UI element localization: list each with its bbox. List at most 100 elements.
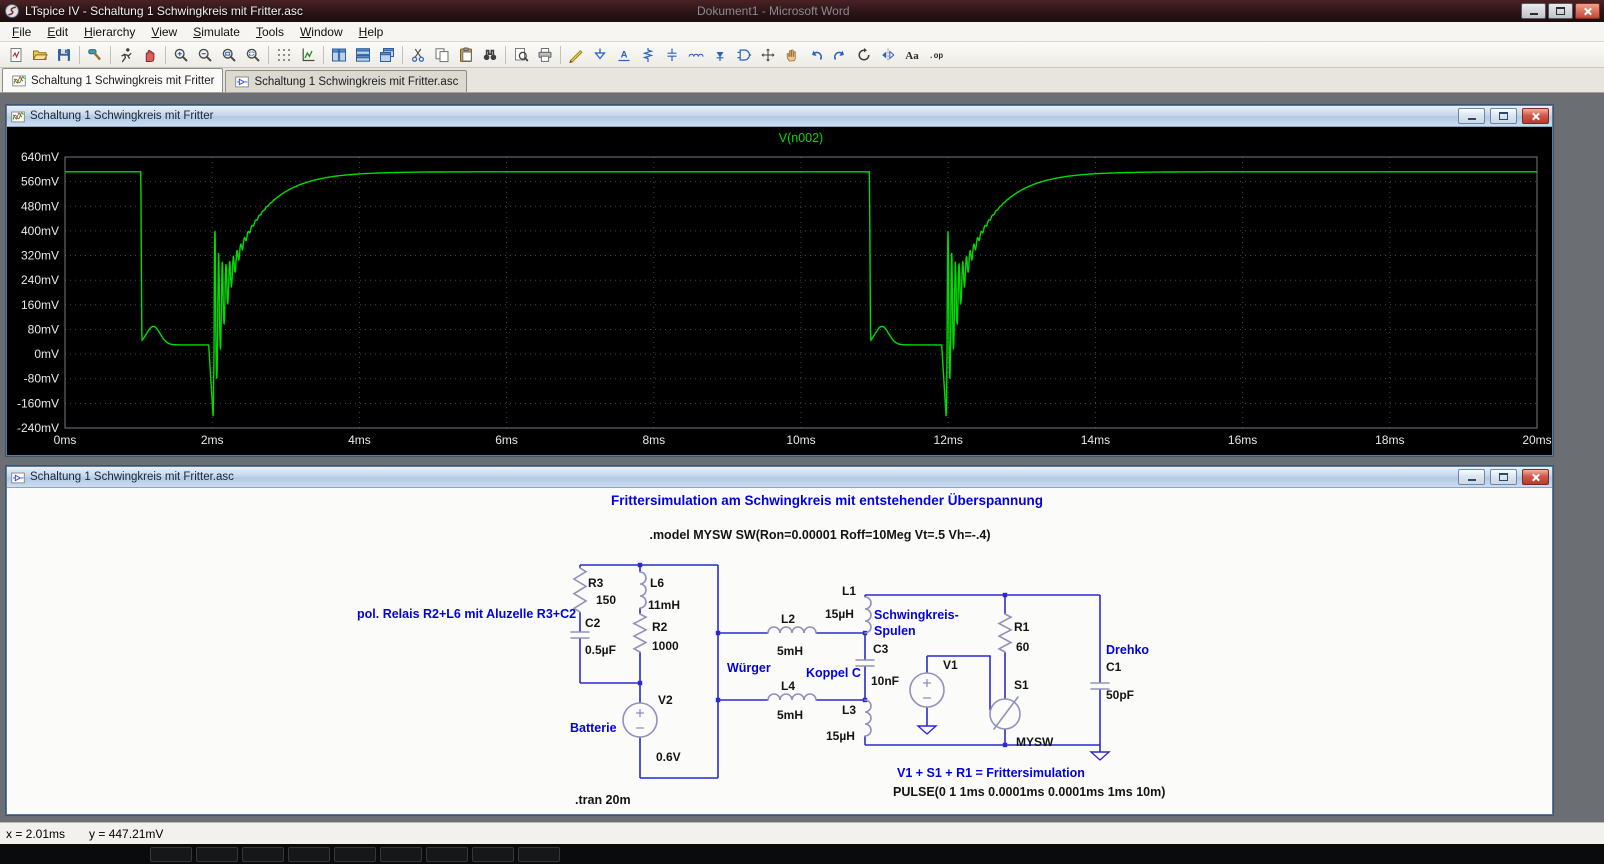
- taskbar-button[interactable]: [196, 847, 238, 862]
- taskbar-button[interactable]: [150, 847, 192, 862]
- waveform-maximize-button[interactable]: [1490, 108, 1517, 124]
- tab-label: Schaltung 1 Schwingkreis mit Fritter: [31, 75, 214, 87]
- waveform-plot[interactable]: 640mV560mV480mV400mV320mV240mV160mV80mV0…: [7, 127, 1552, 455]
- minimize-icon: [1468, 118, 1476, 120]
- waveform-minimize-button[interactable]: [1458, 108, 1485, 124]
- spice-directive-button[interactable]: .op: [924, 44, 948, 66]
- svg-text:Batterie: Batterie: [570, 721, 617, 735]
- mirror-button[interactable]: [876, 44, 900, 66]
- svg-text:60: 60: [1016, 640, 1030, 654]
- paste-button[interactable]: [454, 44, 478, 66]
- taskbar-button[interactable]: [334, 847, 376, 862]
- print-preview-button[interactable]: [509, 44, 533, 66]
- cascade-button[interactable]: [375, 44, 399, 66]
- schematic-close-button[interactable]: [1522, 469, 1549, 485]
- zoom-rect-button[interactable]: [217, 44, 241, 66]
- component-button[interactable]: [732, 44, 756, 66]
- inductor-button[interactable]: [684, 44, 708, 66]
- svg-text:2ms: 2ms: [201, 433, 224, 447]
- waveform-close-button[interactable]: [1522, 108, 1549, 124]
- wire-button[interactable]: [564, 44, 588, 66]
- svg-text:5mH: 5mH: [777, 644, 803, 658]
- menu-edit[interactable]: Edit: [39, 23, 76, 41]
- menu-hierarchy[interactable]: Hierarchy: [76, 23, 143, 41]
- control-panel-button[interactable]: [83, 44, 107, 66]
- rotate-button[interactable]: [852, 44, 876, 66]
- schematic-window-title: Schaltung 1 Schwingkreis mit Fritter.asc: [30, 471, 1453, 483]
- print-button[interactable]: [533, 44, 557, 66]
- schematic-window-titlebar[interactable]: Schaltung 1 Schwingkreis mit Fritter.asc: [7, 467, 1552, 488]
- svg-text:0.6V: 0.6V: [656, 750, 681, 764]
- taskbar-button[interactable]: [242, 847, 284, 862]
- taskbar-button[interactable]: [380, 847, 422, 862]
- find-button[interactable]: [478, 44, 502, 66]
- menu-tools[interactable]: Tools: [248, 23, 292, 41]
- zoom-rect-icon: [221, 47, 237, 63]
- tile-horizontal-button[interactable]: [351, 44, 375, 66]
- grid-button[interactable]: [272, 44, 296, 66]
- minimize-button[interactable]: [1521, 3, 1546, 19]
- capacitor-button[interactable]: [660, 44, 684, 66]
- waveform-window-title: Schaltung 1 Schwingkreis mit Fritter: [30, 110, 1453, 122]
- menu-simulate[interactable]: Simulate: [185, 23, 248, 41]
- waveform-window-titlebar[interactable]: Schaltung 1 Schwingkreis mit Fritter: [7, 106, 1552, 127]
- text-icon: Aa: [904, 47, 920, 63]
- svg-text:50pF: 50pF: [1106, 688, 1134, 702]
- svg-text:400mV: 400mV: [21, 224, 59, 238]
- svg-text:10nF: 10nF: [871, 674, 899, 688]
- schematic-minimize-button[interactable]: [1458, 469, 1485, 485]
- maximize-icon: [1499, 473, 1508, 481]
- svg-text:L2: L2: [781, 612, 795, 626]
- cut-button[interactable]: [406, 44, 430, 66]
- tab-schematic[interactable]: Schaltung 1 Schwingkreis mit Fritter.asc: [225, 70, 467, 92]
- net-label-icon: A: [616, 47, 632, 63]
- autorange-y-button[interactable]: [296, 44, 320, 66]
- menu-help[interactable]: Help: [351, 23, 392, 41]
- taskbar-button[interactable]: [472, 847, 514, 862]
- taskbar-button[interactable]: [518, 847, 560, 862]
- close-icon: [1531, 473, 1540, 482]
- tile-vertical-button[interactable]: [327, 44, 351, 66]
- diode-button[interactable]: [708, 44, 732, 66]
- zoom-back-button[interactable]: [193, 44, 217, 66]
- svg-text:-80mV: -80mV: [24, 372, 59, 386]
- ltspice-logo-icon: [4, 3, 20, 19]
- menu-window[interactable]: Window: [292, 23, 351, 41]
- tab-waveform[interactable]: Schaltung 1 Schwingkreis mit Fritter: [2, 68, 223, 92]
- text-button[interactable]: Aa: [900, 44, 924, 66]
- svg-text:0mV: 0mV: [34, 347, 59, 361]
- close-button[interactable]: [1575, 3, 1600, 19]
- schematic-maximize-button[interactable]: [1490, 469, 1517, 485]
- taskbar-button[interactable]: [288, 847, 330, 862]
- menu-view[interactable]: View: [143, 23, 185, 41]
- drag-icon: [784, 47, 800, 63]
- minimize-icon: [1530, 13, 1538, 15]
- redo-button[interactable]: [828, 44, 852, 66]
- move-button[interactable]: [756, 44, 780, 66]
- spice-directive-icon: .op: [928, 47, 944, 63]
- net-label-button[interactable]: A: [612, 44, 636, 66]
- new-schematic-button[interactable]: [4, 44, 28, 66]
- resistor-button[interactable]: [636, 44, 660, 66]
- svg-text:1000: 1000: [652, 639, 679, 653]
- undo-button[interactable]: [804, 44, 828, 66]
- taskbar-button[interactable]: [426, 847, 468, 862]
- schematic-canvas[interactable]: R3150C20.5µFL611mHR21000V20.6VL25mHL45mH…: [7, 488, 1552, 814]
- copy-button[interactable]: [430, 44, 454, 66]
- run-button[interactable]: [114, 44, 138, 66]
- drag-button[interactable]: [780, 44, 804, 66]
- halt-button[interactable]: [138, 44, 162, 66]
- zoom-full-button[interactable]: [241, 44, 265, 66]
- window-title: LTspice IV - Schaltung 1 Schwingkreis mi…: [25, 4, 303, 18]
- waveform-icon: [11, 109, 25, 123]
- open-button[interactable]: [28, 44, 52, 66]
- halt-icon: [142, 47, 158, 63]
- ground-button[interactable]: [588, 44, 612, 66]
- maximize-button[interactable]: [1548, 3, 1573, 19]
- zoom-in-button[interactable]: [169, 44, 193, 66]
- svg-text:L3: L3: [842, 703, 856, 717]
- svg-text:Aa: Aa: [905, 50, 919, 62]
- svg-text:640mV: 640mV: [21, 150, 59, 164]
- menu-file[interactable]: File: [4, 23, 39, 41]
- save-button[interactable]: [52, 44, 76, 66]
